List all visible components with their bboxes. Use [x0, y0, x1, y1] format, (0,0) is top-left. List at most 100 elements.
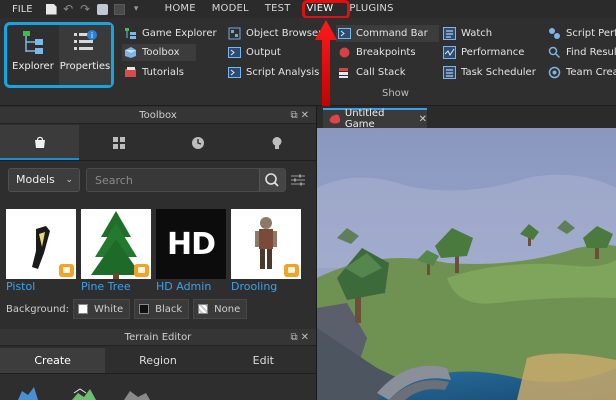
properties-button[interactable]: i Properties [59, 25, 111, 85]
model-name[interactable]: Pistol [6, 280, 76, 293]
background-black-label: Black [155, 303, 183, 315]
toolbox-icon [124, 46, 137, 59]
tab-home[interactable]: HOME [157, 0, 204, 18]
tab-test[interactable]: TEST [257, 0, 299, 18]
properties-icon: i [74, 30, 97, 50]
background-white-label: White [94, 303, 124, 315]
new-file-icon[interactable] [45, 3, 57, 15]
model-card-pine-tree[interactable]: Pine Tree [81, 209, 151, 295]
background-white-option[interactable]: White [73, 299, 131, 319]
model-name[interactable]: Pine Tree [81, 280, 151, 293]
performance-button[interactable]: Performance [443, 44, 524, 61]
search-icon [265, 173, 279, 187]
ribbon-section-show: Show [382, 88, 409, 99]
tab-marketplace[interactable] [0, 125, 79, 160]
quick-access-dropdown-icon[interactable]: ▾ [131, 4, 142, 15]
call-stack-button[interactable]: Call Stack [338, 64, 406, 81]
game-explorer-label: Game Explorer [142, 28, 217, 39]
tab-recent[interactable] [158, 125, 237, 160]
import-tool-icon[interactable] [72, 388, 96, 400]
search-input[interactable] [87, 169, 257, 191]
hd-logo-text: HD [166, 227, 216, 262]
model-name[interactable]: Drooling [231, 280, 301, 293]
search-button[interactable] [259, 169, 285, 191]
watch-button[interactable]: Watch [443, 25, 492, 42]
close-icon[interactable]: ✕ [301, 110, 312, 121]
toolbox-panel-title: Toolbox [139, 110, 177, 121]
close-icon[interactable]: ✕ [419, 114, 427, 125]
tab-creations[interactable] [237, 125, 316, 160]
undo-icon[interactable]: ↶ [63, 3, 74, 15]
white-swatch-icon [78, 304, 89, 314]
model-card-pistol[interactable]: Pistol [6, 209, 76, 295]
output-icon [228, 46, 241, 59]
model-name[interactable]: HD Admin [156, 280, 226, 293]
breakpoints-label: Breakpoints [356, 47, 416, 58]
explorer-label: Explorer [12, 61, 54, 72]
command-bar-icon [338, 27, 351, 40]
terrain-panel-title: Terrain Editor [124, 332, 192, 343]
view-tab-highlight [302, 0, 350, 19]
find-results-button[interactable]: Find Result [548, 44, 616, 61]
close-icon[interactable]: ✕ [301, 332, 312, 343]
script-performance-button[interactable]: Script Perfo [548, 25, 616, 42]
grid-icon [112, 136, 125, 149]
output-label: Output [246, 47, 281, 58]
team-create-button[interactable]: Team Creat [548, 64, 616, 81]
shopping-bag-icon [34, 136, 45, 148]
game-viewport[interactable] [317, 128, 616, 400]
tab-plugins[interactable]: PLUGINS [341, 0, 401, 18]
tab-inventory[interactable] [79, 125, 158, 160]
category-select[interactable]: Models ⌄ [8, 168, 80, 192]
toggle-box-icon[interactable] [113, 3, 125, 15]
filter-settings-icon[interactable] [290, 173, 306, 187]
background-label: Background: [6, 303, 70, 315]
search-box [86, 168, 286, 192]
file-menu[interactable]: FILE [0, 4, 43, 15]
task-scheduler-button[interactable]: Task Scheduler [443, 64, 536, 81]
tab-model[interactable]: MODEL [204, 0, 257, 18]
background-none-option[interactable]: None [193, 299, 248, 319]
plugin-icon[interactable] [96, 3, 108, 15]
object-browser-icon [228, 27, 241, 40]
script-analysis-button[interactable]: Script Analysis [228, 64, 319, 81]
team-create-icon [548, 66, 561, 79]
sand-shore [517, 353, 616, 400]
tab-region[interactable]: Region [105, 348, 210, 373]
background-black-option[interactable]: Black [134, 299, 190, 319]
watch-icon [443, 27, 456, 40]
float-icon[interactable]: ⧉ [290, 332, 300, 343]
model-card-hd-admin[interactable]: HD HD Admin [156, 209, 226, 295]
toolbox-button[interactable]: Toolbox [122, 44, 196, 61]
black-swatch-icon [139, 304, 150, 314]
panel-controls: ⧉✕ [290, 107, 312, 124]
terrain-tabs: Create Region Edit [0, 348, 316, 374]
output-button[interactable]: Output [228, 44, 281, 61]
performance-icon [443, 46, 456, 59]
command-bar-button[interactable]: Command Bar [336, 25, 439, 42]
document-tab[interactable]: Untitled Game ✕ [323, 108, 427, 130]
panel-controls: ⧉✕ [290, 329, 312, 346]
lightbulb-icon [272, 136, 281, 149]
clear-tool-icon[interactable] [124, 391, 150, 400]
float-icon[interactable]: ⧉ [290, 110, 300, 121]
terrain-panel-header: Terrain Editor ⧉✕ [0, 329, 316, 346]
explorer-button[interactable]: Explorer [7, 25, 59, 85]
tab-create[interactable]: Create [0, 348, 106, 373]
breakpoints-button[interactable]: Breakpoints [338, 44, 416, 61]
scene-render[interactable] [317, 128, 616, 400]
transparent-swatch-icon [198, 304, 209, 314]
tutorials-button[interactable]: Tutorials [124, 64, 184, 81]
endorsed-badge-icon [284, 264, 299, 277]
tab-edit[interactable]: Edit [211, 348, 316, 373]
generate-tool-icon[interactable] [18, 387, 38, 400]
script-analysis-label: Script Analysis [246, 67, 320, 78]
category-select-value: Models [16, 173, 55, 186]
redo-icon[interactable]: ↷ [80, 3, 91, 15]
background-none-label: None [214, 303, 241, 315]
ribbon: Explorer i Properties Game Explorer Tool… [0, 18, 616, 106]
endorsed-badge-icon [59, 264, 74, 277]
object-browser-button[interactable]: Object Browser [228, 25, 322, 42]
game-explorer-button[interactable]: Game Explorer [124, 25, 217, 42]
model-card-drooling[interactable]: Drooling [231, 209, 301, 295]
